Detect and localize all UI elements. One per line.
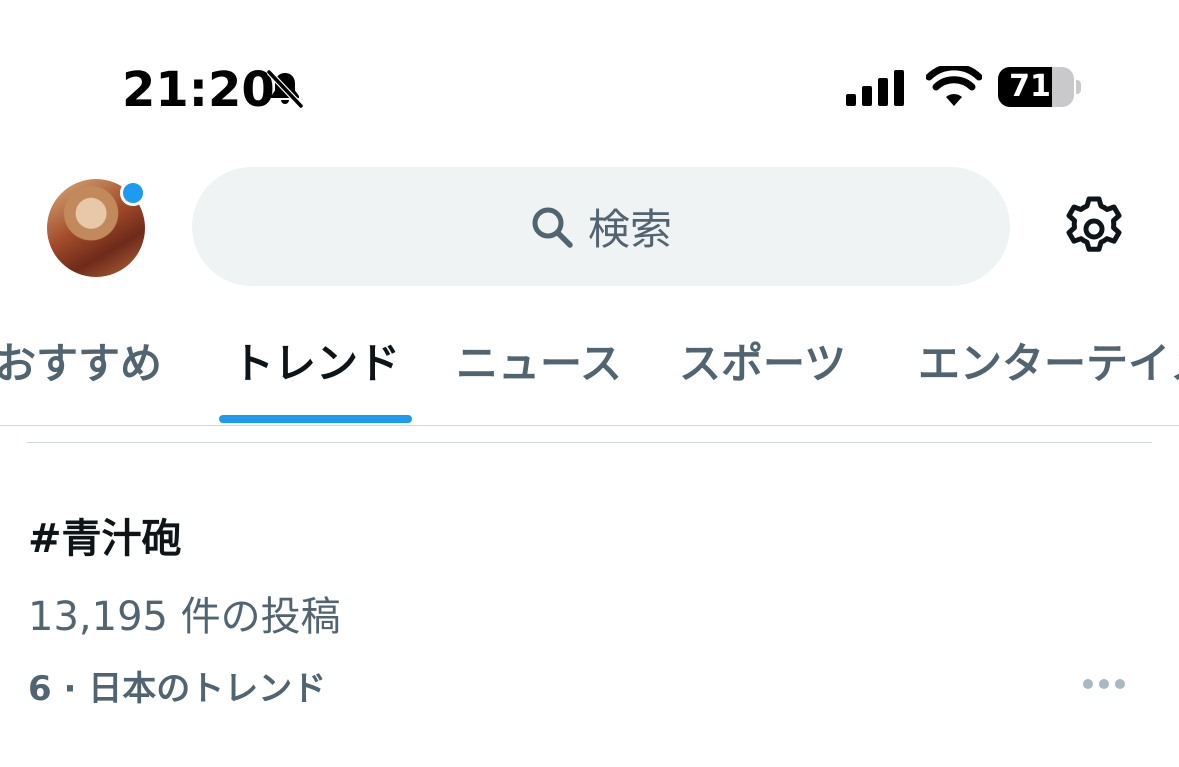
search-input[interactable]: 検索 <box>192 167 1010 286</box>
battery-level: 71 <box>1009 69 1051 104</box>
gear-icon[interactable] <box>1060 195 1128 263</box>
tab-recommended[interactable]: おすすめ <box>0 330 162 391</box>
tab-entertainment[interactable]: エンターテイメ <box>918 330 1179 391</box>
status-time: 21:20 <box>122 62 275 118</box>
tab-news[interactable]: ニュース <box>456 330 622 391</box>
tabs-divider <box>0 425 1179 426</box>
notification-dot <box>120 180 146 206</box>
cellular-signal-icon <box>846 70 904 106</box>
more-icon[interactable] <box>1080 674 1128 694</box>
wifi-icon <box>926 66 982 106</box>
bell-slash-icon <box>266 69 304 109</box>
active-tab-indicator <box>219 415 412 423</box>
trend-meta: 6 · 日本のトレンド <box>28 669 327 709</box>
tab-sports[interactable]: スポーツ <box>679 330 846 391</box>
explore-tabs: おすすめ トレンド ニュース スポーツ エンターテイメ <box>0 318 1179 428</box>
battery-icon: 71 <box>998 67 1082 109</box>
tab-trending[interactable]: トレンド <box>232 330 400 391</box>
search-placeholder: 検索 <box>587 205 672 254</box>
trend-title: #青汁砲 <box>28 516 182 562</box>
divider <box>27 442 1152 443</box>
search-icon <box>532 207 573 248</box>
trend-post-count: 13,195 件の投稿 <box>28 594 341 640</box>
